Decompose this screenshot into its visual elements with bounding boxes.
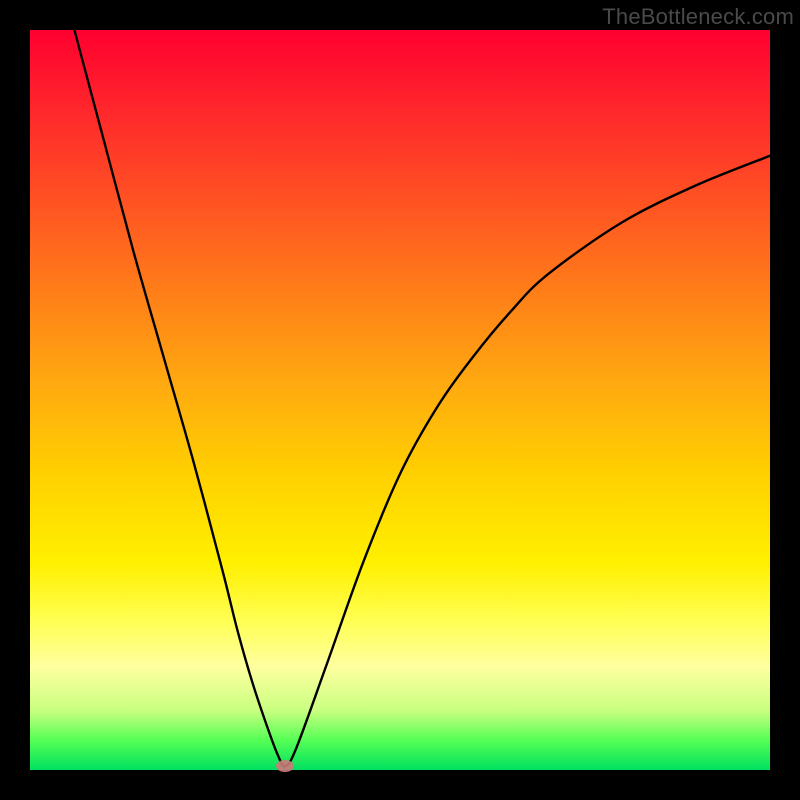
plot-area bbox=[30, 30, 770, 770]
chart-frame: TheBottleneck.com bbox=[0, 0, 800, 800]
curve-path bbox=[74, 30, 770, 766]
bottleneck-curve bbox=[30, 30, 770, 770]
watermark-text: TheBottleneck.com bbox=[602, 4, 794, 30]
minimum-marker bbox=[276, 760, 294, 772]
